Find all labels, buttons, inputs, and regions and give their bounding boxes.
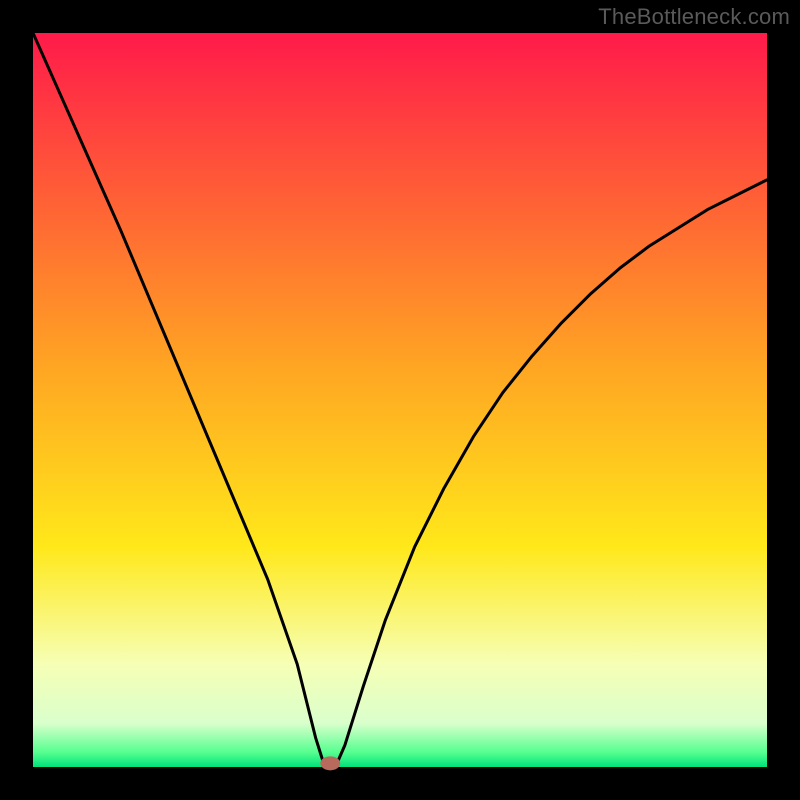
min-marker	[320, 756, 340, 770]
chart-plot-bg	[33, 33, 767, 767]
watermark-text: TheBottleneck.com	[598, 4, 790, 30]
bottleneck-chart	[0, 0, 800, 800]
chart-frame: TheBottleneck.com	[0, 0, 800, 800]
